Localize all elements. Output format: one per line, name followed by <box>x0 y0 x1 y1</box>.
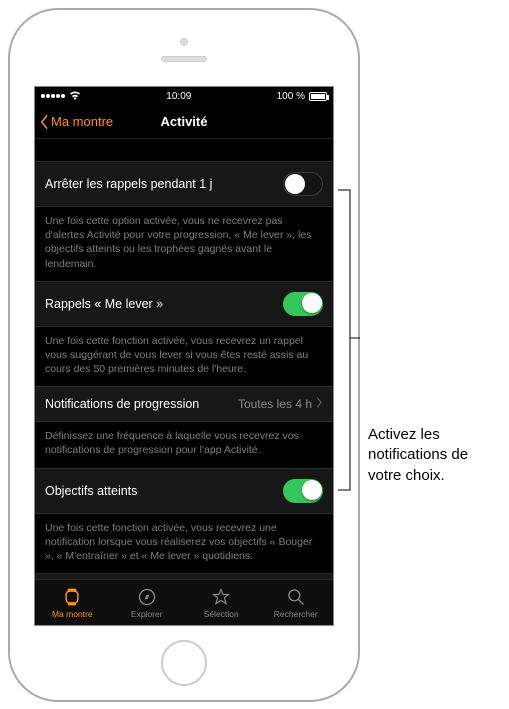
toggle-stand-reminders[interactable] <box>283 292 323 316</box>
tab-bar: Ma montre Explorer Sélection Rechercher <box>35 579 333 625</box>
row-label: Objectifs atteints <box>45 484 137 498</box>
screen: 10:09 100 % Ma montre Activité Arrêter l… <box>34 86 334 626</box>
wifi-icon <box>69 90 81 103</box>
page-title: Activité <box>161 114 208 129</box>
row-label: Arrêter les rappels pendant 1 j <box>45 177 212 191</box>
chevron-left-icon <box>39 114 49 130</box>
tab-my-watch[interactable]: Ma montre <box>35 580 110 625</box>
row-label: Notifications de progression <box>45 397 199 411</box>
chevron-right-icon <box>316 397 323 411</box>
settings-list[interactable]: Arrêter les rappels pendant 1 j Une fois… <box>35 139 333 579</box>
tab-label: Ma montre <box>52 609 93 619</box>
tab-explore[interactable]: Explorer <box>110 580 185 625</box>
status-bar: 10:09 100 % <box>35 87 333 105</box>
battery-icon <box>309 92 327 101</box>
compass-icon <box>137 587 157 607</box>
row-stand-reminders[interactable]: Rappels « Me lever » <box>35 281 333 327</box>
tab-featured[interactable]: Sélection <box>184 580 259 625</box>
row-description: Une fois cette fonction activée, vous re… <box>35 327 333 387</box>
row-mute-reminders[interactable]: Arrêter les rappels pendant 1 j <box>35 161 333 207</box>
iphone-frame: 10:09 100 % Ma montre Activité Arrêter l… <box>8 8 360 702</box>
back-button[interactable]: Ma montre <box>39 114 113 130</box>
nav-bar: Ma montre Activité <box>35 105 333 139</box>
toggle-goal-completions[interactable] <box>283 479 323 503</box>
row-label: Rappels « Me lever » <box>45 297 163 311</box>
row-goal-completions[interactable]: Objectifs atteints <box>35 468 333 514</box>
home-button[interactable] <box>161 640 207 686</box>
search-icon <box>286 587 306 607</box>
row-progress-notifications[interactable]: Notifications de progression Toutes les … <box>35 386 333 422</box>
speaker-grille <box>161 56 207 62</box>
row-description: Une fois cette option activée, vous ne r… <box>35 207 333 281</box>
battery-percentage: 100 % <box>277 91 305 102</box>
status-time: 10:09 <box>166 91 191 102</box>
row-description: Définissez une fréquence à laquelle vous… <box>35 422 333 467</box>
tab-label: Rechercher <box>274 609 318 619</box>
front-camera <box>180 38 188 46</box>
toggle-mute-reminders[interactable] <box>283 172 323 196</box>
signal-dots-icon <box>41 94 65 98</box>
back-label: Ma montre <box>51 114 113 129</box>
callout-text: Activez les notifications de votre choix… <box>368 425 502 486</box>
tab-label: Explorer <box>131 609 163 619</box>
row-description: Une fois cette fonction activée, vous re… <box>35 514 333 574</box>
tab-search[interactable]: Rechercher <box>259 580 334 625</box>
tab-label: Sélection <box>204 609 239 619</box>
row-value: Toutes les 4 h <box>238 397 323 411</box>
star-icon <box>211 587 231 607</box>
watch-icon <box>62 587 82 607</box>
